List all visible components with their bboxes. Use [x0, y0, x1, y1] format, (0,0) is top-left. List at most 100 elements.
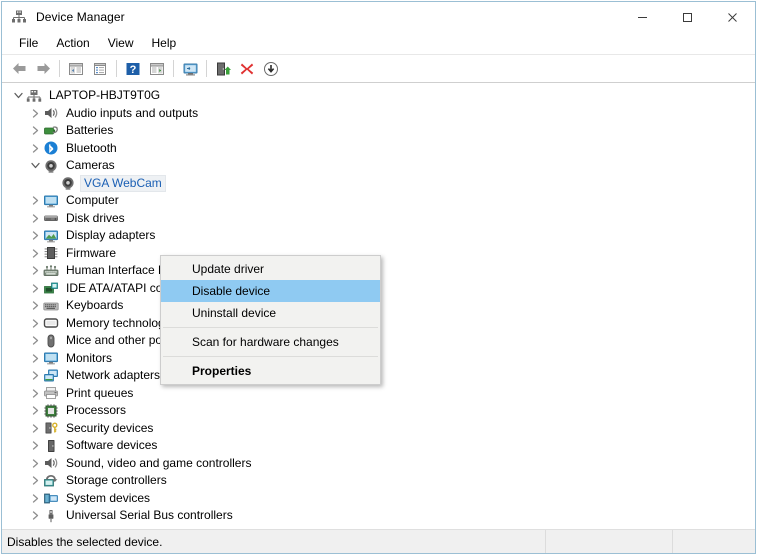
chevron-right-icon[interactable]	[27, 420, 43, 437]
chevron-right-icon[interactable]	[27, 280, 43, 297]
tree-node-display-adapters[interactable]: Display adapters	[2, 227, 755, 245]
properties-button[interactable]	[88, 57, 112, 80]
chevron-right-icon[interactable]	[27, 192, 43, 209]
tree-node-laptop-hbjt9t0g[interactable]: LAPTOP-HBJT9T0G	[2, 87, 755, 105]
camera-icon	[43, 158, 59, 174]
chevron-right-icon[interactable]	[27, 507, 43, 524]
camera-icon	[60, 175, 76, 191]
tree-node-print-queues[interactable]: Print queues	[2, 385, 755, 403]
tree-node-label: VGA WebCam	[80, 174, 166, 192]
forward-button[interactable]	[31, 57, 55, 80]
menubar-item-view[interactable]: View	[99, 34, 143, 53]
menubar-item-action[interactable]: Action	[47, 34, 98, 53]
uninstall-device-button[interactable]	[235, 57, 259, 80]
menubar-item-help[interactable]: Help	[143, 34, 186, 53]
tree-node-cameras[interactable]: Cameras	[2, 157, 755, 175]
tree-node-sound-video-and-game-controllers[interactable]: Sound, video and game controllers	[2, 455, 755, 473]
minimize-button[interactable]	[620, 2, 665, 32]
tree-node-label: Computer	[66, 193, 119, 208]
software-device-icon	[43, 438, 59, 454]
tree-node-vga-webcam[interactable]: VGA WebCam	[2, 174, 755, 193]
storage-controller-icon	[43, 473, 59, 489]
menubar-item-file[interactable]: File	[10, 34, 47, 53]
chevron-right-icon[interactable]	[27, 122, 43, 139]
close-button[interactable]	[710, 2, 755, 32]
svg-text:?: ?	[130, 64, 137, 76]
maximize-button[interactable]	[665, 2, 710, 32]
chevron-right-icon[interactable]	[27, 367, 43, 384]
chevron-right-icon[interactable]	[27, 297, 43, 314]
monitor-icon	[43, 350, 59, 366]
chevron-right-icon[interactable]	[27, 455, 43, 472]
toolbar-separator-2	[116, 60, 117, 77]
chevron-right-icon[interactable]	[27, 350, 43, 367]
chevron-right-icon[interactable]	[27, 210, 43, 227]
tree-node-storage-controllers[interactable]: Storage controllers	[2, 472, 755, 490]
status-pane-2	[545, 530, 672, 553]
toolbar-separator-4	[206, 60, 207, 77]
tree-node-disk-drives[interactable]: Disk drives	[2, 210, 755, 228]
system-device-icon	[43, 490, 59, 506]
show-hide-console-tree-button[interactable]	[64, 57, 88, 80]
tree-node-label: Processors	[66, 403, 127, 418]
chevron-right-icon[interactable]	[27, 315, 43, 332]
update-driver-button[interactable]	[211, 57, 235, 80]
chevron-down-icon[interactable]	[27, 157, 43, 174]
window-title: Device Manager	[36, 10, 125, 24]
disable-device-button[interactable]	[259, 57, 283, 80]
tree-node-label: Batteries	[66, 123, 114, 138]
display-adapter-icon	[43, 228, 59, 244]
context-menu-separator-2	[163, 356, 378, 357]
chevron-right-icon[interactable]	[27, 227, 43, 244]
status-bar: Disables the selected device.	[2, 529, 755, 553]
chevron-right-icon[interactable]	[27, 490, 43, 507]
tree-node-label: Disk drives	[66, 210, 125, 225]
window-controls	[620, 2, 755, 32]
human-interface-icon	[43, 263, 59, 279]
tree-node-software-devices[interactable]: Software devices	[2, 437, 755, 455]
tree-node-processors[interactable]: Processors	[2, 402, 755, 420]
keyboard-icon	[43, 298, 59, 314]
tree-node-label: System devices	[66, 490, 151, 505]
speaker-icon	[43, 455, 59, 471]
tree-node-label: Universal Serial Bus controllers	[66, 508, 233, 523]
chevron-right-icon[interactable]	[27, 332, 43, 349]
tree-node-system-devices[interactable]: System devices	[2, 490, 755, 508]
tree-node-universal-serial-bus-controllers[interactable]: Universal Serial Bus controllers	[2, 507, 755, 525]
chevron-right-icon[interactable]	[27, 105, 43, 122]
tree-node-label: Security devices	[66, 420, 154, 435]
chevron-right-icon[interactable]	[27, 262, 43, 279]
toolbar-separator-3	[173, 60, 174, 77]
tree-node-audio-inputs-and-outputs[interactable]: Audio inputs and outputs	[2, 105, 755, 123]
device-manager-icon	[11, 9, 27, 25]
tree-node-bluetooth[interactable]: Bluetooth	[2, 140, 755, 158]
context-menu-item-scan-for-hardware-changes[interactable]: Scan for hardware changes	[161, 331, 380, 353]
memory-technology-icon	[43, 315, 59, 331]
chevron-down-icon[interactable]	[10, 87, 26, 104]
tree-node-label: Audio inputs and outputs	[66, 105, 199, 120]
network-adapter-icon	[43, 368, 59, 384]
tree-node-security-devices[interactable]: Security devices	[2, 420, 755, 438]
context-menu-item-uninstall-device[interactable]: Uninstall device	[161, 302, 380, 324]
chevron-right-icon[interactable]	[27, 385, 43, 402]
context-menu-item-update-driver[interactable]: Update driver	[161, 258, 380, 280]
chevron-right-icon[interactable]	[27, 140, 43, 157]
back-button[interactable]	[7, 57, 31, 80]
computer-root-icon	[26, 88, 42, 104]
tree-node-label: Network adapters	[66, 368, 161, 383]
help-button[interactable]: ?	[121, 57, 145, 80]
status-message-pane: Disables the selected device.	[2, 530, 545, 553]
chevron-right-icon[interactable]	[27, 402, 43, 419]
chevron-right-icon[interactable]	[27, 472, 43, 489]
context-menu-item-properties[interactable]: Properties	[161, 360, 380, 382]
scan-for-hardware-changes-button[interactable]	[178, 57, 202, 80]
chevron-right-icon[interactable]	[27, 437, 43, 454]
tree-node-computer[interactable]: Computer	[2, 192, 755, 210]
chevron-right-icon[interactable]	[27, 245, 43, 262]
usb-icon	[43, 508, 59, 524]
show-hide-action-pane-button[interactable]	[145, 57, 169, 80]
title-bar: Device Manager	[2, 2, 755, 32]
context-menu-item-disable-device[interactable]: Disable device	[161, 280, 380, 302]
tree-node-batteries[interactable]: Batteries	[2, 122, 755, 140]
menu-bar: File Action View Help	[2, 32, 755, 54]
